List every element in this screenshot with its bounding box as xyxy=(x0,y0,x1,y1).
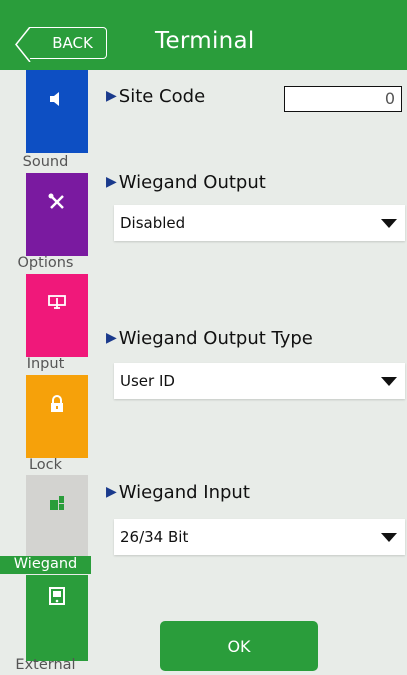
back-arrow-icon xyxy=(15,26,31,62)
sidebar-item-sound[interactable] xyxy=(26,70,88,153)
sidebar-item-label: Options xyxy=(17,255,74,271)
wiegand-input-value: 26/34 Bit xyxy=(120,528,189,546)
sidebar-item-lock[interactable] xyxy=(26,375,88,458)
sidebar-item-options[interactable] xyxy=(26,173,88,256)
tools-icon xyxy=(48,193,64,209)
lock-icon xyxy=(51,395,63,412)
wiegand-output-type-value: User ID xyxy=(120,372,175,390)
site-code-label: ▶ Site Code xyxy=(106,86,206,107)
sidebar-item-label: Wiegand xyxy=(0,556,91,574)
wiegand-output-select[interactable]: Disabled xyxy=(114,205,405,241)
dropdown-arrow-icon xyxy=(381,377,397,386)
sidebar-item-label: Sound xyxy=(22,154,69,170)
sidebar-item-label: External xyxy=(15,657,76,673)
wiegand-output-type-label: ▶ Wiegand Output Type xyxy=(106,328,313,349)
wiegand-output-label: ▶ Wiegand Output xyxy=(106,172,266,193)
back-button[interactable]: BACK xyxy=(15,26,107,62)
triangle-bullet-icon: ▶ xyxy=(106,88,117,104)
sidebar: Sound Options Input Lock Wiegand Externa… xyxy=(0,70,91,675)
dropdown-arrow-icon xyxy=(381,219,397,228)
ok-button[interactable]: OK xyxy=(160,621,318,671)
back-button-label: BACK xyxy=(52,34,93,52)
wiegand-output-type-select[interactable]: User ID xyxy=(114,363,405,399)
speaker-icon xyxy=(50,92,59,106)
triangle-bullet-icon: ▶ xyxy=(106,174,117,190)
sidebar-item-wiegand[interactable] xyxy=(26,475,88,558)
wiegand-output-value: Disabled xyxy=(120,214,186,232)
sidebar-item-external[interactable] xyxy=(26,575,88,661)
wiegand-input-label: ▶ Wiegand Input xyxy=(106,482,250,503)
header-bar: BACK Terminal xyxy=(0,0,407,70)
site-code-input[interactable]: 0 xyxy=(284,86,402,112)
dropdown-arrow-icon xyxy=(381,533,397,542)
sidebar-item-label: Lock xyxy=(28,457,63,473)
sidebar-item-input[interactable] xyxy=(26,274,88,357)
wiegand-icon xyxy=(50,496,64,510)
external-reader-icon xyxy=(49,587,65,605)
wiegand-input-select[interactable]: 26/34 Bit xyxy=(114,519,405,555)
triangle-bullet-icon: ▶ xyxy=(106,484,117,500)
sidebar-item-label: Input xyxy=(26,356,65,372)
page-title: Terminal xyxy=(155,28,255,54)
triangle-bullet-icon: ▶ xyxy=(106,330,117,346)
input-device-icon xyxy=(48,295,66,309)
